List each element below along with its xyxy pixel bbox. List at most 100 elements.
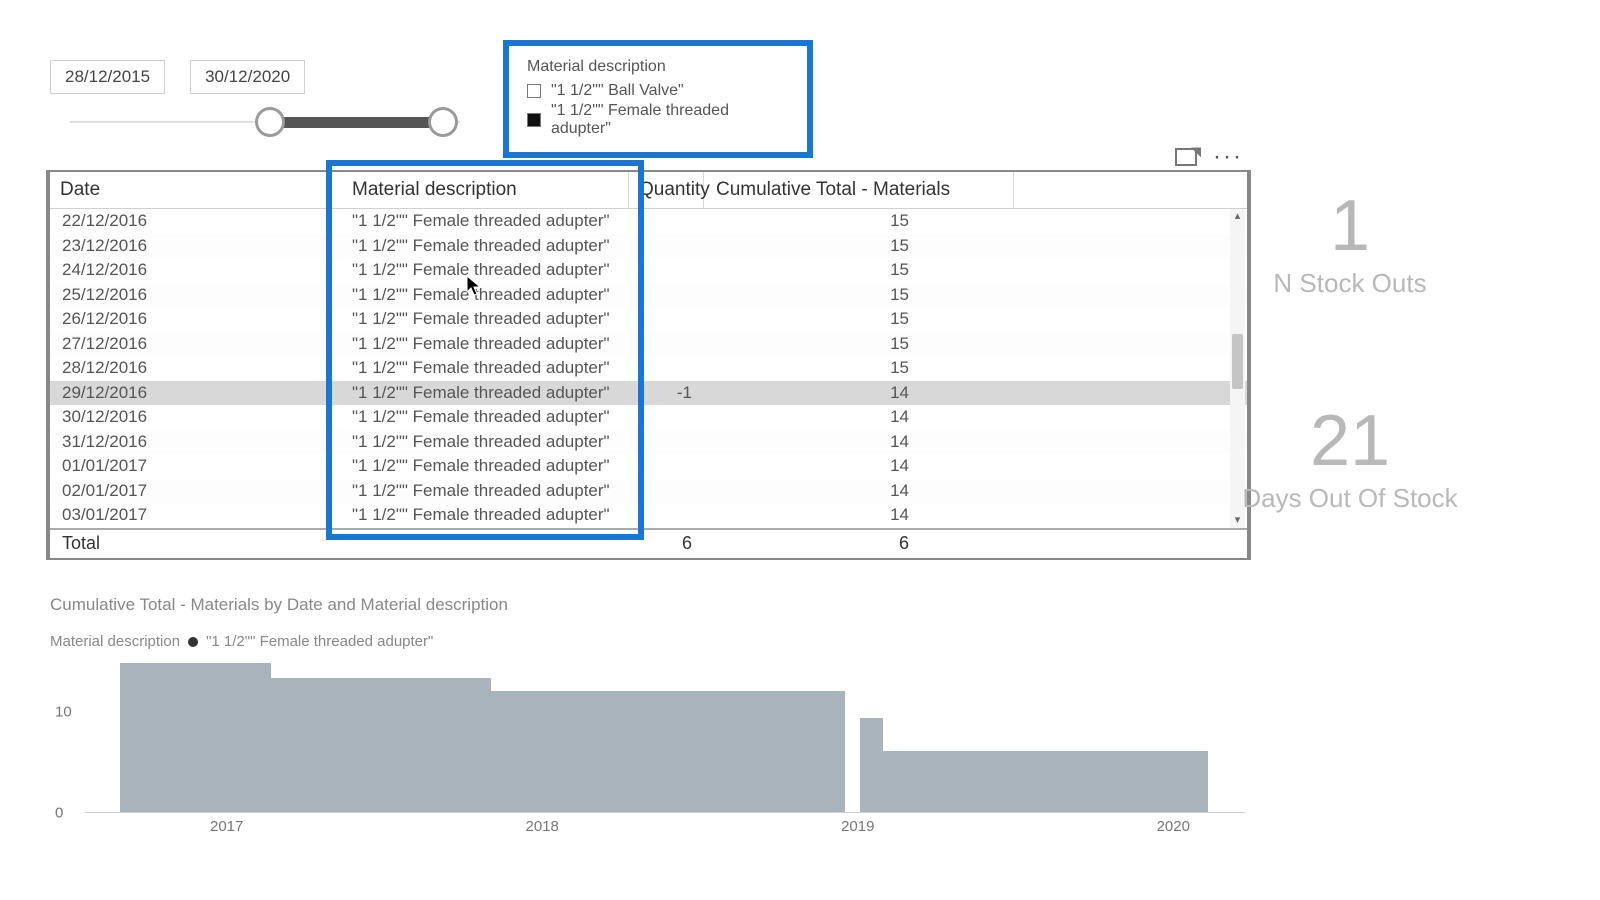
cell-date: 31/12/2016 (50, 430, 330, 455)
cell-cumulative: 14 (704, 405, 1014, 430)
header-quantity[interactable]: Quantity (629, 172, 704, 208)
cell-material: "1 1/2"" Female threaded adupter" (330, 405, 629, 430)
materials-table[interactable]: Date Material description Quantity Cumul… (46, 170, 1251, 560)
cell-cumulative: 14 (704, 479, 1014, 504)
chart-legend: Material description "1 1/2"" Female thr… (50, 633, 1245, 650)
cell-date: 28/12/2016 (50, 356, 330, 381)
cell-date: 03/01/2017 (50, 503, 330, 528)
x-axis-line (85, 812, 1245, 813)
cell-date: 25/12/2016 (50, 283, 330, 308)
area-segment (860, 718, 883, 813)
cell-material: "1 1/2"" Female threaded adupter" (330, 332, 629, 357)
table-row[interactable]: 01/01/2017"1 1/2"" Female threaded adupt… (50, 454, 1247, 479)
table-row[interactable]: 31/12/2016"1 1/2"" Female threaded adupt… (50, 430, 1247, 455)
cell-material: "1 1/2"" Female threaded adupter" (330, 234, 629, 259)
cell-material: "1 1/2"" Female threaded adupter" (330, 209, 629, 234)
legend-marker-icon (188, 637, 198, 647)
checkbox-icon[interactable] (527, 84, 541, 98)
table-row[interactable]: 26/12/2016"1 1/2"" Female threaded adupt… (50, 307, 1247, 332)
table-row[interactable]: 30/12/2016"1 1/2"" Female threaded adupt… (50, 405, 1247, 430)
checkbox-icon[interactable] (527, 113, 541, 127)
x-tick: 2018 (526, 818, 559, 835)
cell-cumulative: 15 (704, 283, 1014, 308)
slider-handle-end[interactable] (428, 107, 458, 137)
slider-handle-start[interactable] (255, 107, 285, 137)
table-row[interactable]: 28/12/2016"1 1/2"" Female threaded adupt… (50, 356, 1247, 381)
chart-title: Cumulative Total - Materials by Date and… (50, 595, 1245, 615)
table-row[interactable]: 23/12/2016"1 1/2"" Female threaded adupt… (50, 234, 1247, 259)
cell-quantity (629, 258, 704, 283)
cell-cumulative: 15 (704, 332, 1014, 357)
material-description-slicer[interactable]: Material description "1 1/2"" Ball Valve… (503, 40, 813, 158)
cell-date: 23/12/2016 (50, 234, 330, 259)
total-cumulative: 6 (704, 530, 1014, 558)
cell-material: "1 1/2"" Female threaded adupter" (330, 283, 629, 308)
cell-quantity (629, 209, 704, 234)
cell-material: "1 1/2"" Female threaded adupter" (330, 381, 629, 406)
kpi-label: Days Out Of Stock (1175, 483, 1525, 514)
x-tick: 2020 (1157, 818, 1190, 835)
scroll-thumb[interactable] (1232, 334, 1243, 389)
cell-cumulative: 15 (704, 234, 1014, 259)
area-segment (271, 678, 491, 813)
cell-cumulative: 15 (704, 307, 1014, 332)
x-tick: 2019 (841, 818, 874, 835)
date-end[interactable]: 30/12/2020 (190, 60, 305, 94)
total-quantity: 6 (629, 530, 704, 558)
cell-material: "1 1/2"" Female threaded adupter" (330, 454, 629, 479)
cell-material: "1 1/2"" Female threaded adupter" (330, 258, 629, 283)
table-header-row: Date Material description Quantity Cumul… (50, 172, 1247, 209)
cell-quantity (629, 234, 704, 259)
cell-quantity (629, 503, 704, 528)
header-date[interactable]: Date (50, 172, 330, 208)
table-body[interactable]: 22/12/2016"1 1/2"" Female threaded adupt… (50, 209, 1247, 528)
slicer-title: Material description (527, 58, 792, 76)
cell-date: 29/12/2016 (50, 381, 330, 406)
table-row[interactable]: 24/12/2016"1 1/2"" Female threaded adupt… (50, 258, 1247, 283)
table-row[interactable]: 22/12/2016"1 1/2"" Female threaded adupt… (50, 209, 1247, 234)
legend-series-name: "1 1/2"" Female threaded adupter" (206, 633, 433, 650)
chart-plot-area[interactable]: 10 0 2017 2018 2019 2020 (85, 658, 1245, 813)
table-row[interactable]: 25/12/2016"1 1/2"" Female threaded adupt… (50, 283, 1247, 308)
cell-cumulative: 15 (704, 356, 1014, 381)
scroll-down-icon[interactable]: ▾ (1230, 513, 1245, 528)
area-segment (491, 691, 827, 813)
cell-quantity (629, 307, 704, 332)
y-tick: 10 (55, 704, 72, 721)
header-material[interactable]: Material description (330, 172, 629, 208)
slicer-option-ball-valve[interactable]: "1 1/2"" Ball Valve" (527, 82, 792, 100)
kpi-value: 1 (1175, 190, 1525, 262)
slicer-option-female-threaded-adapter[interactable]: "1 1/2"" Female threaded adupter" (527, 102, 792, 138)
kpi-stock-outs: 1 N Stock Outs (1175, 190, 1525, 299)
table-row[interactable]: 02/01/2017"1 1/2"" Female threaded adupt… (50, 479, 1247, 504)
area-segment (883, 751, 1208, 813)
cell-date: 24/12/2016 (50, 258, 330, 283)
header-cumulative[interactable]: Cumulative Total - Materials (704, 172, 1014, 208)
cell-cumulative: 14 (704, 503, 1014, 528)
cell-quantity (629, 332, 704, 357)
cell-date: 27/12/2016 (50, 332, 330, 357)
slider-active-range (265, 117, 435, 128)
kpi-value: 21 (1175, 405, 1525, 477)
table-row[interactable]: 03/01/2017"1 1/2"" Female threaded adupt… (50, 503, 1247, 528)
cell-quantity (629, 283, 704, 308)
date-range-slicer[interactable]: 28/12/2015 30/12/2020 (50, 60, 305, 94)
table-row[interactable]: 27/12/2016"1 1/2"" Female threaded adupt… (50, 332, 1247, 357)
cell-quantity (629, 454, 704, 479)
cell-quantity (629, 405, 704, 430)
cumulative-chart[interactable]: Cumulative Total - Materials by Date and… (50, 595, 1245, 813)
kpi-days-out: 21 Days Out Of Stock (1175, 405, 1525, 514)
date-start[interactable]: 28/12/2015 (50, 60, 165, 94)
slicer-option-label: "1 1/2"" Ball Valve" (551, 82, 684, 100)
focus-mode-icon[interactable] (1175, 148, 1197, 166)
area-segment (827, 691, 844, 813)
cell-quantity (629, 430, 704, 455)
cell-cumulative: 15 (704, 258, 1014, 283)
table-row[interactable]: 29/12/2016"1 1/2"" Female threaded adupt… (50, 381, 1247, 406)
total-label: Total (50, 530, 330, 558)
cell-date: 26/12/2016 (50, 307, 330, 332)
cell-date: 01/01/2017 (50, 454, 330, 479)
more-options-icon[interactable]: ··· (1213, 152, 1243, 162)
x-axis-ticks: 2017 2018 2019 2020 (210, 818, 1190, 835)
y-tick: 0 (55, 805, 63, 822)
